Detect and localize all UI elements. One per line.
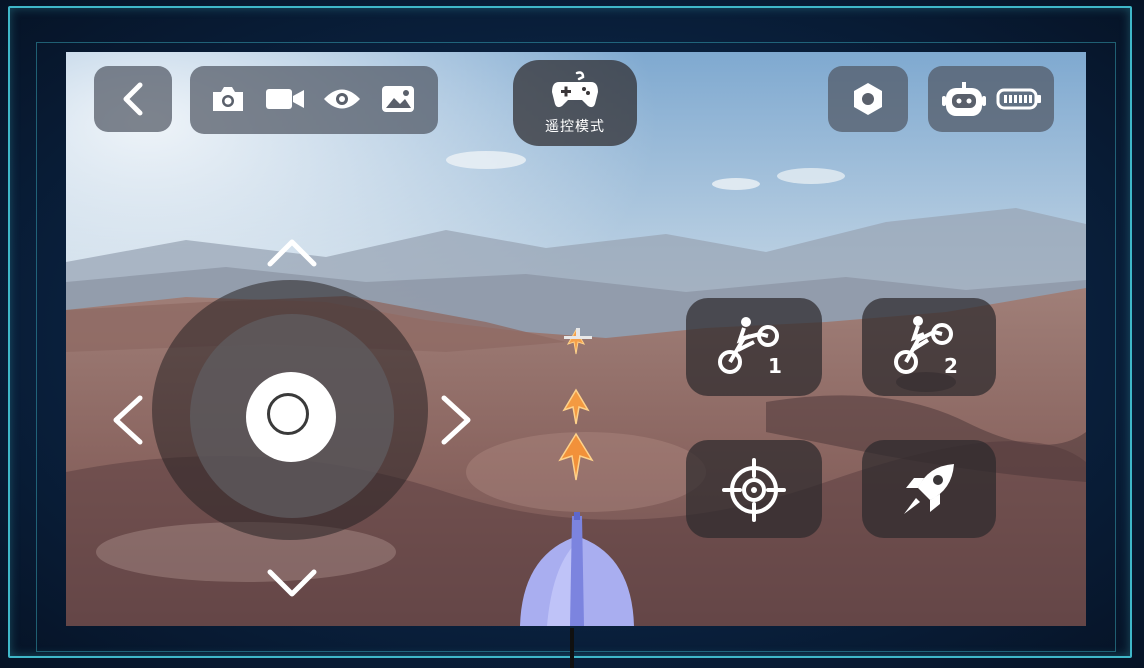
projectile-large-icon	[558, 432, 594, 481]
gamepad-icon	[552, 71, 598, 108]
video-icon[interactable]	[264, 86, 306, 112]
target-marker-icon	[564, 328, 592, 339]
frame-stand	[570, 628, 574, 668]
cannon-turret	[520, 512, 634, 626]
control-mode-badge[interactable]: 遥控模式	[513, 60, 637, 146]
chevron-up-icon[interactable]	[266, 236, 318, 270]
media-toolbar	[190, 66, 438, 134]
control-mode-label: 遥控模式	[545, 119, 605, 135]
robot-icon[interactable]	[942, 80, 986, 118]
battery-icon	[996, 88, 1041, 110]
stunt-2-number: 2	[944, 354, 958, 378]
image-icon[interactable]	[380, 84, 416, 114]
settings-button[interactable]	[828, 66, 908, 132]
stunt-1-button[interactable]: 1	[686, 298, 822, 396]
joystick-knob[interactable]	[246, 372, 336, 462]
stunt-2-button[interactable]: 2	[862, 298, 996, 396]
chevron-down-icon[interactable]	[266, 566, 318, 600]
back-button[interactable]	[94, 66, 172, 132]
aim-button[interactable]	[686, 440, 822, 538]
stunt-1-number: 1	[768, 354, 782, 378]
device-status	[928, 66, 1054, 132]
launch-button[interactable]	[862, 440, 996, 538]
chevron-left-icon[interactable]	[108, 394, 148, 446]
hexagon-icon	[854, 83, 882, 115]
joystick-knob-ring	[267, 393, 309, 435]
crosshair-icon	[722, 458, 786, 522]
chevron-right-icon[interactable]	[436, 394, 476, 446]
back-icon	[123, 82, 143, 116]
eye-icon[interactable]	[322, 86, 362, 112]
camera-icon[interactable]	[210, 84, 246, 114]
projectile-medium-icon	[562, 388, 590, 425]
rocket-icon	[904, 464, 954, 514]
